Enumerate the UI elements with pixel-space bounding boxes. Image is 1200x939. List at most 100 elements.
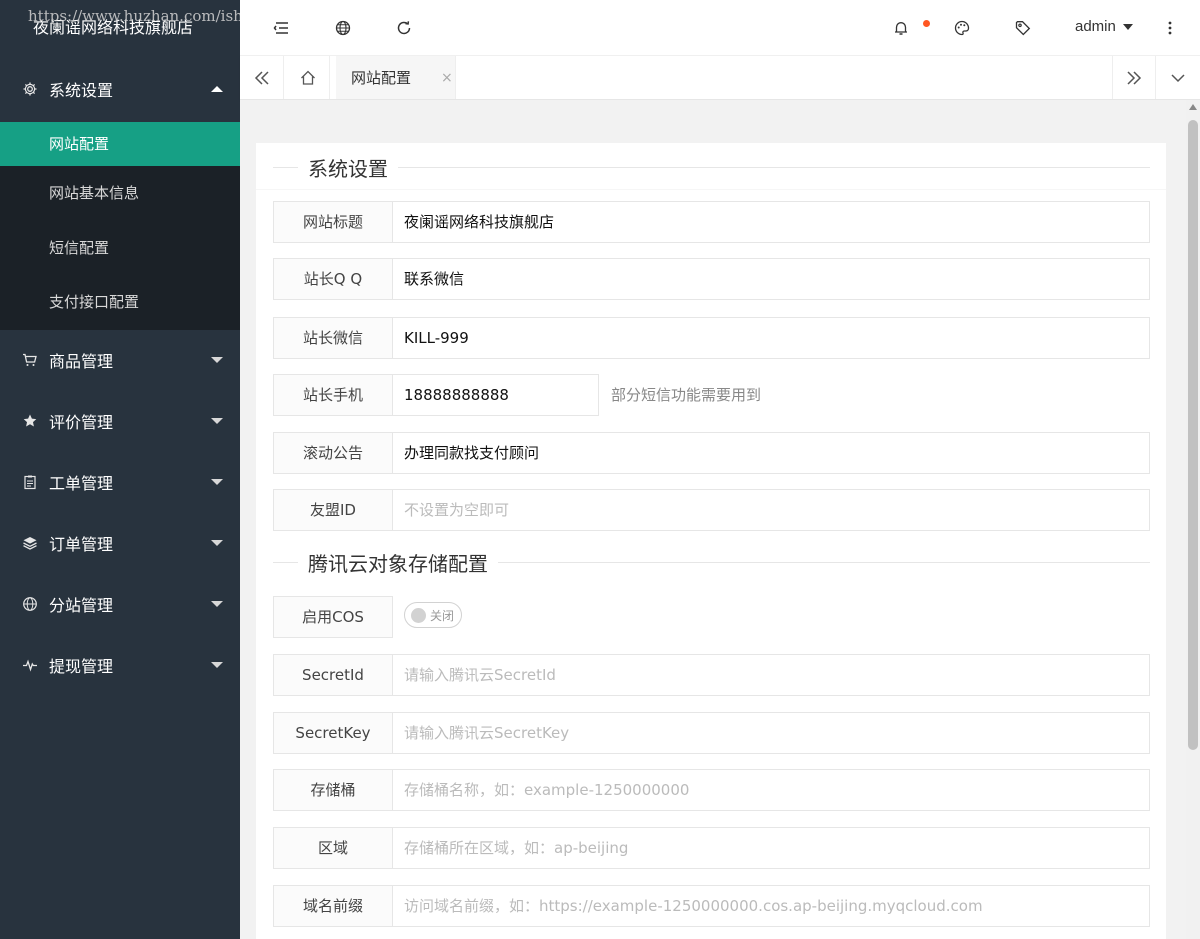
sidebar-group-label: 提现管理	[49, 657, 114, 676]
globe-icon	[22, 596, 38, 612]
site-title-input[interactable]: 夜阑谣网络科技旗舰店	[393, 201, 1150, 243]
sidebar-item-site-info[interactable]: 网站基本信息	[0, 166, 240, 221]
sidebar-item-site-config[interactable]: 网站配置	[0, 122, 240, 166]
sidebar-group-system[interactable]: 系统设置	[0, 56, 240, 122]
form-row-qq: 站长Q Q 联系微信	[273, 258, 1150, 300]
star-icon	[22, 413, 38, 429]
tab-label: 网站配置	[351, 69, 412, 87]
section-title: 腾讯云对象存储配置	[308, 551, 488, 576]
form-row-title: 网站标题 夜阑谣网络科技旗舰店	[273, 201, 1150, 243]
sidebar-group-label: 订单管理	[49, 535, 114, 554]
brand-logo[interactable]: 夜阑谣网络科技旗舰店 https://www.huzhan.com/ishop2…	[0, 0, 240, 56]
umeng-id-input[interactable]: 不设置为空即可	[393, 489, 1150, 531]
secret-key-input[interactable]: 请输入腾讯云SecretKey	[393, 712, 1150, 754]
chevron-up-icon	[211, 86, 223, 92]
home-icon[interactable]	[286, 56, 330, 99]
form-row-region: 区域 存储桶所在区域，如：ap-beijing	[273, 827, 1150, 869]
close-icon[interactable]: ×	[441, 70, 453, 86]
cart-icon	[22, 352, 38, 368]
field-label: 存储桶	[273, 769, 393, 811]
field-label: 站长手机	[273, 374, 393, 416]
more-icon[interactable]	[1158, 16, 1182, 40]
chevron-down-icon	[211, 601, 223, 607]
user-menu[interactable]: admin	[1075, 18, 1133, 35]
form-row-bucket: 存储桶 存储桶名称，如：example-1250000000	[273, 769, 1150, 811]
field-label: 网站标题	[273, 201, 393, 243]
sidebar-subnav: 网站配置 网站基本信息 短信配置 支付接口配置	[0, 122, 240, 330]
field-label: SecretId	[273, 654, 393, 696]
form-row-phone: 站长手机 18888888888 部分短信功能需要用到	[273, 374, 761, 416]
field-label: 区域	[273, 827, 393, 869]
scroll-right-icon[interactable]	[1112, 56, 1156, 99]
pulse-icon	[22, 657, 38, 673]
notice-input[interactable]: 办理同款找支付顾问	[393, 432, 1150, 474]
form-row-domain: 域名前缀 访问域名前缀，如：https://example-1250000000…	[273, 885, 1150, 927]
chevron-down-icon[interactable]	[1156, 56, 1200, 99]
sidebar-group-label: 工单管理	[49, 474, 114, 493]
user-name: admin	[1075, 18, 1116, 35]
form-row-wechat: 站长微信 KILL-999	[273, 317, 1150, 359]
globe-icon[interactable]	[331, 16, 355, 40]
secret-id-input[interactable]: 请输入腾讯云SecretId	[393, 654, 1150, 696]
palette-icon[interactable]	[950, 16, 974, 40]
form-row-umeng: 友盟ID 不设置为空即可	[273, 489, 1150, 531]
field-label: 站长微信	[273, 317, 393, 359]
tab-site-config[interactable]: 网站配置 ×	[336, 56, 456, 99]
sidebar-group-reviews[interactable]: 评价管理	[0, 391, 240, 452]
tag-icon[interactable]	[1011, 16, 1035, 40]
watermark: https://www.huzhan.com/ishop21730	[28, 7, 240, 25]
scroll-up-icon[interactable]	[1189, 104, 1197, 110]
bucket-input[interactable]: 存储桶名称，如：example-1250000000	[393, 769, 1150, 811]
sidebar-item-sms-config[interactable]: 短信配置	[0, 221, 240, 276]
chevron-down-icon	[211, 479, 223, 485]
main-content: 系统设置 网站标题 夜阑谣网络科技旗舰店 站长Q Q 联系微信 站长微信 KIL…	[240, 100, 1186, 939]
sidebar-group-orders[interactable]: 订单管理	[0, 513, 240, 574]
gear-icon	[22, 81, 38, 97]
cos-toggle[interactable]: 关闭	[404, 602, 462, 628]
chevron-down-icon	[211, 540, 223, 546]
toggle-knob	[411, 608, 426, 623]
top-header: admin	[240, 0, 1200, 56]
sidebar-group-tickets[interactable]: 工单管理	[0, 452, 240, 513]
field-label: 友盟ID	[273, 489, 393, 531]
form-row-secretkey: SecretKey 请输入腾讯云SecretKey	[273, 712, 1150, 754]
scroll-left-icon[interactable]	[240, 56, 284, 99]
section-title: 系统设置	[308, 156, 388, 181]
refresh-icon[interactable]	[392, 16, 416, 40]
bell-icon[interactable]	[889, 16, 913, 40]
scrollbar-thumb[interactable]	[1188, 120, 1198, 750]
field-label: 域名前缀	[273, 885, 393, 927]
sidebar-group-label: 分站管理	[49, 596, 114, 615]
chevron-down-icon	[211, 418, 223, 424]
toggle-label: 关闭	[430, 609, 455, 623]
qq-input[interactable]: 联系微信	[393, 258, 1150, 300]
wechat-input[interactable]: KILL-999	[393, 317, 1150, 359]
sidebar-group-substations[interactable]: 分站管理	[0, 574, 240, 635]
form-row-secretid: SecretId 请输入腾讯云SecretId	[273, 654, 1150, 696]
menu-icon[interactable]	[270, 16, 294, 40]
tab-bar: 网站配置 ×	[240, 56, 1200, 100]
clipboard-icon	[22, 474, 38, 490]
sidebar-group-withdraw[interactable]: 提现管理	[0, 635, 240, 696]
sidebar-item-payment-config[interactable]: 支付接口配置	[0, 275, 240, 330]
sidebar-group-goods[interactable]: 商品管理	[0, 330, 240, 391]
vertical-scrollbar[interactable]	[1186, 100, 1200, 939]
section-cos: 腾讯云对象存储配置	[273, 547, 1150, 577]
field-label: 滚动公告	[273, 432, 393, 474]
phone-input[interactable]: 18888888888	[393, 374, 599, 416]
sidebar-group-label: 评价管理	[49, 413, 114, 432]
section-system: 系统设置	[273, 152, 1150, 182]
chevron-down-icon	[211, 357, 223, 363]
layers-icon	[22, 535, 38, 551]
sidebar-group-label: 系统设置	[49, 81, 114, 100]
domain-prefix-input[interactable]: 访问域名前缀，如：https://example-1250000000.cos.…	[393, 885, 1150, 927]
phone-hint: 部分短信功能需要用到	[611, 386, 762, 404]
field-label: 站长Q Q	[273, 258, 393, 300]
region-input[interactable]: 存储桶所在区域，如：ap-beijing	[393, 827, 1150, 869]
form-row-cos-enable: 启用COS 关闭	[273, 596, 462, 638]
notification-badge	[923, 20, 930, 27]
sidebar: 夜阑谣网络科技旗舰店 https://www.huzhan.com/ishop2…	[0, 0, 240, 939]
field-label: SecretKey	[273, 712, 393, 754]
sidebar-group-label: 商品管理	[49, 352, 114, 371]
chevron-down-icon	[211, 662, 223, 668]
